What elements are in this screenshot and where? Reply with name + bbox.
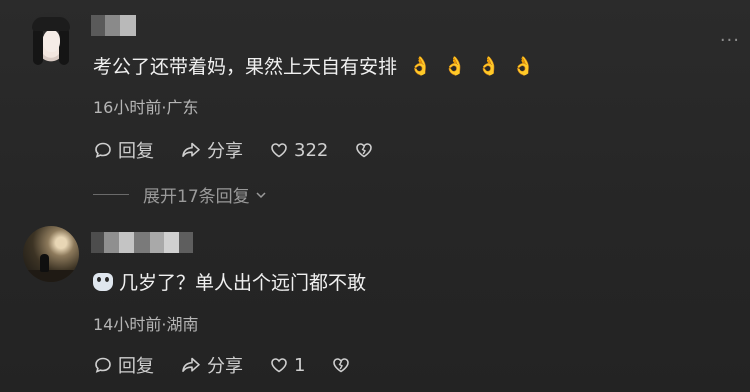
chevron-down-icon (256, 191, 266, 198)
share-label: 分享 (207, 141, 243, 162)
reply-icon (95, 142, 111, 158)
comment-meta: 14小时前·湖南 (93, 315, 199, 334)
like-count: 1 (294, 354, 306, 376)
reply-label: 回复 (118, 356, 154, 377)
reply-icon (95, 357, 111, 373)
username-blurred[interactable] (91, 15, 136, 36)
share-button[interactable]: 分享 (180, 352, 243, 378)
reply-label: 回复 (118, 141, 154, 162)
comment-body: 考公了还带着妈，果然上天自有安排 (93, 56, 398, 78)
expand-replies-label: 展开17条回复 (143, 187, 250, 207)
share-icon (182, 142, 200, 157)
comment-meta: 16小时前·广东 (93, 98, 199, 117)
dislike-icon (333, 358, 350, 373)
divider (93, 194, 129, 195)
ok-hand-emoji: 👌 (512, 56, 535, 77)
ok-hand-emoji: 👌 (409, 56, 432, 77)
comment-actions: 回复 分享 1 (93, 352, 356, 378)
comment-text: 几岁了？单人出个远门都不敢 (93, 270, 366, 296)
avatar[interactable] (23, 13, 79, 69)
reply-button[interactable]: 回复 (93, 137, 154, 163)
dislike-button[interactable] (331, 355, 356, 375)
share-button[interactable]: 分享 (180, 137, 243, 163)
avatar[interactable] (23, 226, 79, 282)
heart-icon (271, 143, 287, 158)
sticker-icon (93, 273, 113, 291)
comment-thread: ··· 考公了还带着妈，果然上天自有安排 👌 👌 👌 👌 16小时前·广东 回复 分享 … (0, 0, 750, 392)
username-blurred[interactable] (91, 232, 193, 253)
expand-replies-button[interactable]: 展开17条回复 (93, 182, 268, 207)
share-icon (182, 357, 200, 372)
heart-icon (271, 358, 287, 373)
share-label: 分享 (207, 356, 243, 377)
dislike-button[interactable] (354, 140, 379, 160)
ok-hand-emoji: 👌 (443, 56, 466, 77)
like-button[interactable]: 1 (269, 355, 305, 376)
like-button[interactable]: 322 (269, 140, 328, 161)
reply-button[interactable]: 回复 (93, 352, 154, 378)
more-options-icon[interactable]: ··· (720, 32, 740, 50)
like-count: 322 (294, 139, 329, 161)
comment-text: 考公了还带着妈，果然上天自有安排 👌 👌 👌 👌 (93, 54, 535, 80)
comment-actions: 回复 分享 322 (93, 137, 379, 163)
comment-body: 几岁了？单人出个远门都不敢 (119, 272, 367, 294)
ok-hand-emoji: 👌 (477, 56, 501, 77)
dislike-icon (356, 143, 373, 158)
